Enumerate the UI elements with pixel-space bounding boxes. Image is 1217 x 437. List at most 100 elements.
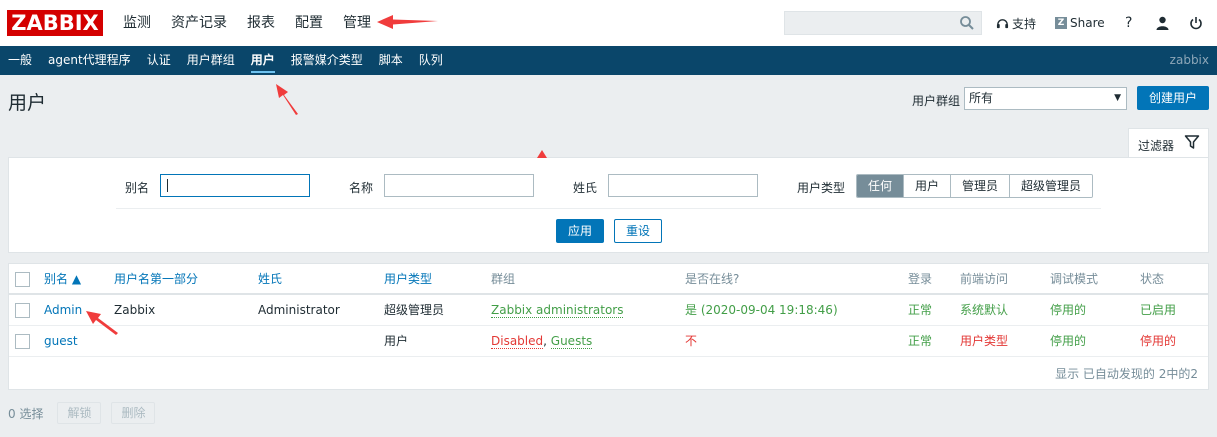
frontend-access[interactable]: 系统默认: [960, 295, 1008, 326]
share-link[interactable]: Z Share: [1055, 0, 1105, 46]
col-groups: 群组: [491, 272, 516, 286]
apply-button[interactable]: 应用: [556, 219, 604, 243]
frontend-access[interactable]: 用户类型: [960, 326, 1008, 357]
nav-configuration[interactable]: 配置: [285, 0, 333, 46]
name-input[interactable]: [384, 174, 534, 197]
col-alias[interactable]: 别名 ▲: [44, 264, 81, 295]
user-alias-link[interactable]: Admin: [44, 295, 82, 326]
select-all-checkbox[interactable]: [15, 272, 30, 287]
top-header: ZABBIX 监测 资产记录 报表 配置 管理 支持 Z Share ?: [0, 0, 1217, 46]
col-frontend: 前端访问: [960, 272, 1009, 286]
user-type: 用户: [384, 334, 409, 348]
users-table: 别名 ▲ 用户名第一部分 姓氏 用户类型 群组 是否在线? 登录 前端访问 调试…: [8, 263, 1209, 390]
server-name: zabbix: [1169, 53, 1209, 67]
user-groups: Disabled, Guests: [491, 326, 593, 357]
subnav-queue[interactable]: 队列: [411, 46, 451, 75]
reset-button[interactable]: 重设: [614, 219, 662, 243]
user-name: Zabbix: [114, 303, 156, 317]
name-label: 名称: [349, 181, 374, 195]
online-status: 不: [685, 334, 698, 348]
group-link[interactable]: Guests: [550, 334, 593, 349]
help-button[interactable]: ?: [1125, 0, 1132, 46]
headset-icon: [996, 18, 1009, 28]
user-icon: [1156, 16, 1169, 30]
login-status: 正常: [908, 334, 933, 348]
zabbix-logo[interactable]: ZABBIX: [7, 10, 103, 36]
share-icon: Z: [1055, 17, 1067, 29]
col-debug: 调试模式: [1050, 272, 1099, 286]
nav-administration[interactable]: 管理: [333, 0, 381, 46]
text-caret: [167, 179, 168, 192]
selected-count: 0 选择: [8, 406, 44, 421]
col-surname[interactable]: 姓氏: [258, 264, 282, 295]
subnav-user-groups[interactable]: 用户群组: [179, 46, 243, 75]
user-type-user[interactable]: 用户: [904, 175, 952, 197]
debug-mode[interactable]: 停用的: [1050, 295, 1086, 326]
usergroup-select[interactable]: 所有 ▼: [964, 87, 1127, 110]
mass-actions: 0 选择 解锁 删除: [8, 402, 165, 424]
table-footer: 显示 已自动发现的 2中的2: [1055, 367, 1198, 381]
subnav-proxies[interactable]: agent代理程序: [40, 46, 139, 75]
subnav-scripts[interactable]: 脚本: [371, 46, 411, 75]
row-checkbox[interactable]: [15, 303, 30, 318]
filter-icon: [1184, 135, 1200, 149]
alias-input[interactable]: [160, 174, 310, 197]
search-icon[interactable]: [959, 15, 975, 31]
create-user-button[interactable]: 创建用户: [1137, 86, 1209, 110]
search-input[interactable]: [784, 11, 982, 35]
col-status: 状态: [1140, 272, 1165, 286]
nav-monitoring[interactable]: 监测: [113, 0, 161, 46]
user-type: 超级管理员: [384, 303, 445, 317]
table-row: guest 用户 Disabled, Guests 不 正常 用户类型 停用的 …: [9, 326, 1208, 357]
user-groups: Zabbix administrators: [491, 295, 624, 326]
subnav-media-types[interactable]: 报警媒介类型: [283, 46, 371, 75]
col-login: 登录: [908, 272, 933, 286]
online-status: 是 (2020-09-04 19:18:46): [685, 303, 838, 317]
debug-mode[interactable]: 停用的: [1050, 326, 1086, 357]
user-type-any[interactable]: 任何: [857, 175, 905, 197]
user-status[interactable]: 停用的: [1140, 326, 1176, 357]
filter-panel: [8, 157, 1209, 253]
table-row: Admin Zabbix Administrator 超级管理员 Zabbix …: [9, 295, 1208, 326]
filter-tab-label: 过滤器: [1138, 139, 1175, 153]
usergroup-value: 所有: [969, 91, 994, 105]
user-alias-link[interactable]: guest: [44, 326, 78, 357]
page-title: 用户: [8, 92, 47, 114]
col-online: 是否在线?: [685, 272, 740, 286]
subnav-authentication[interactable]: 认证: [139, 46, 179, 75]
surname-input[interactable]: [608, 174, 758, 197]
col-name[interactable]: 用户名第一部分: [114, 264, 198, 295]
chevron-down-icon: ▼: [1114, 93, 1121, 103]
user-type-label: 用户类型: [797, 181, 846, 195]
user-type-super-admin[interactable]: 超级管理员: [1010, 175, 1093, 197]
alias-label: 别名: [125, 181, 150, 195]
profile-button[interactable]: [1156, 0, 1169, 46]
group-link[interactable]: Disabled: [491, 334, 544, 349]
user-type-segmented: 任何 用户 管理员 超级管理员: [856, 174, 1094, 198]
support-label: 支持: [1012, 16, 1037, 31]
user-status[interactable]: 已启用: [1140, 295, 1176, 326]
help-icon: ?: [1125, 15, 1133, 31]
main-nav: 监测 资产记录 报表 配置 管理: [113, 0, 381, 46]
filter-tab[interactable]: 过滤器: [1128, 128, 1209, 158]
support-link[interactable]: 支持: [996, 0, 1036, 46]
row-checkbox[interactable]: [15, 334, 30, 349]
group-link[interactable]: Zabbix administrators: [491, 303, 624, 318]
sub-nav: 一般 agent代理程序 认证 用户群组 用户 报警媒介类型 脚本 队列 zab…: [0, 46, 1217, 75]
nav-inventory[interactable]: 资产记录: [161, 0, 237, 46]
col-user-type[interactable]: 用户类型: [384, 264, 432, 295]
login-status: 正常: [908, 303, 933, 317]
signout-button[interactable]: [1189, 0, 1203, 46]
share-label: Share: [1070, 16, 1105, 30]
nav-reports[interactable]: 报表: [237, 0, 285, 46]
delete-button[interactable]: 删除: [111, 402, 156, 424]
annotation-arrow-users-tab: [276, 84, 298, 115]
subnav-general[interactable]: 一般: [0, 46, 40, 75]
unblock-button[interactable]: 解锁: [57, 402, 102, 424]
usergroup-label: 用户群组: [912, 94, 961, 108]
surname-label: 姓氏: [573, 181, 598, 195]
user-type-admin[interactable]: 管理员: [951, 175, 1011, 197]
power-icon: [1190, 17, 1202, 30]
subnav-users[interactable]: 用户: [243, 46, 283, 75]
filter-divider: [116, 208, 1101, 209]
